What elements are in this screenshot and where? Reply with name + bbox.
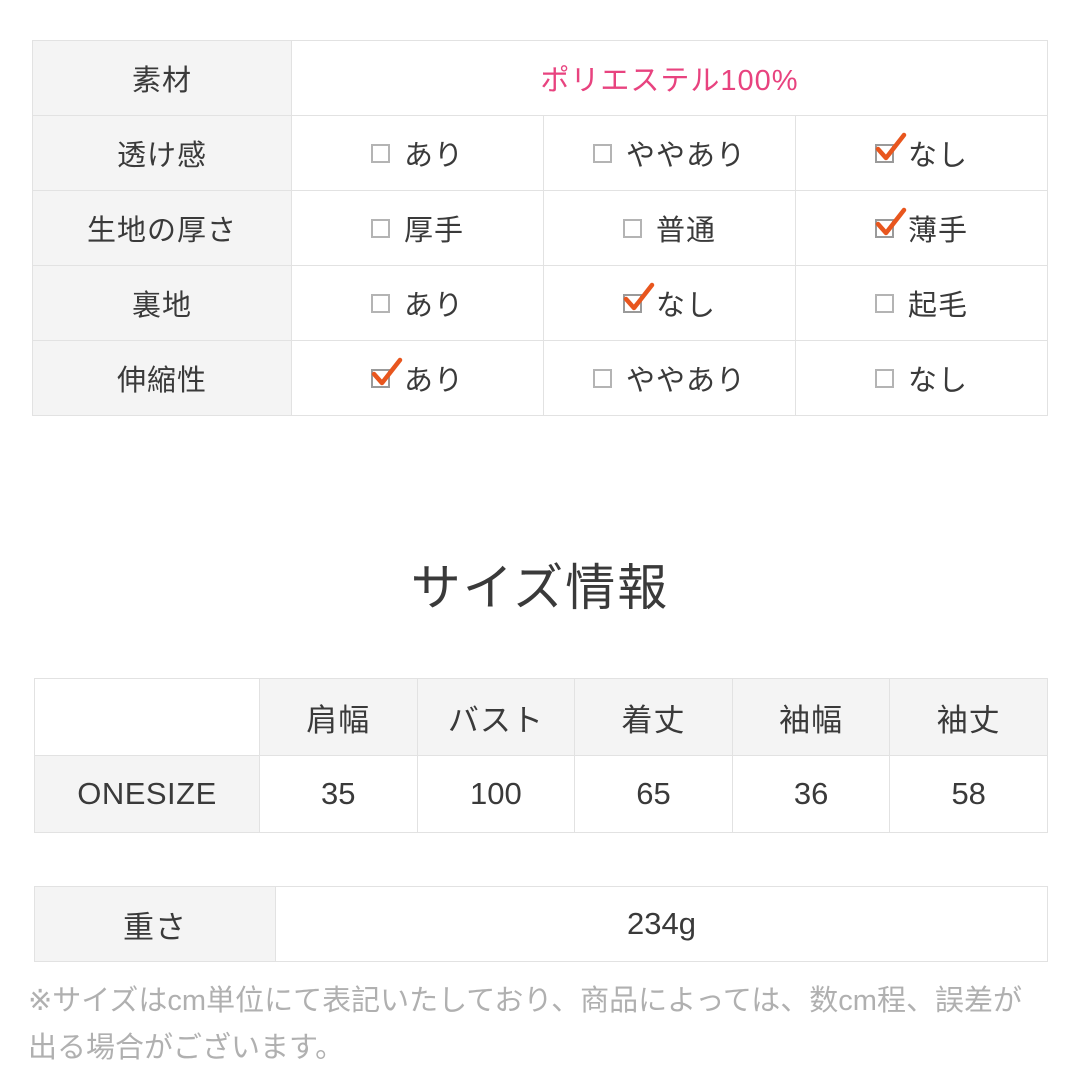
size-table-body: 肩幅 バスト 着丈 袖幅 袖丈 ONESIZE 35 100 65 36 58 (34, 678, 1048, 833)
fabric-spec-table: 素材 ポリエステル100% 透け感 あり ややあり なし 生地の厚さ 厚手 普通… (32, 40, 1048, 416)
checkbox-unchecked-icon[interactable] (592, 368, 612, 388)
size-value-shoulder: 35 (259, 755, 418, 833)
spec-option-stretch-0[interactable]: あり (291, 340, 544, 416)
disclaimer-line-1: ※サイズはcm単位にて表記いたしており、商品によっては、数cm程、誤差が (28, 985, 1022, 1017)
option-inner: あり (370, 132, 464, 174)
spec-option-stretch-1[interactable]: ややあり (543, 340, 796, 416)
size-table-header-row: 肩幅 バスト 着丈 袖幅 袖丈 (34, 678, 1048, 756)
option-label: ややあり (625, 140, 746, 172)
option-inner: 普通 (622, 207, 716, 249)
spec-option-thickness-1[interactable]: 普通 (543, 190, 796, 266)
table-row: ONESIZE 35 100 65 36 58 (34, 755, 1048, 833)
size-value-bust: 100 (416, 755, 576, 833)
option-label: あり (403, 365, 464, 397)
size-disclaimer-note: ※サイズはcm単位にて表記いたしており、商品によっては、数cm程、誤差が 出る場… (28, 978, 1058, 1072)
spec-option-sheerness-2[interactable]: なし (795, 115, 1048, 191)
option-inner: 起毛 (874, 282, 968, 324)
table-row: 重さ 234g (34, 886, 1048, 962)
spec-row-lining: 裏地 あり なし 起毛 (32, 265, 1048, 341)
size-column-header-sleeve-width: 袖幅 (731, 678, 891, 756)
spec-option-sheerness-0[interactable]: あり (291, 115, 544, 191)
option-label: なし (907, 140, 968, 172)
checkbox-unchecked-icon[interactable] (592, 143, 612, 163)
option-label: ややあり (625, 365, 746, 397)
checkbox-unchecked-icon[interactable] (370, 143, 390, 163)
spec-option-lining-1[interactable]: なし (543, 265, 796, 341)
spec-option-lining-0[interactable]: あり (291, 265, 544, 341)
size-measurement-table: 肩幅 バスト 着丈 袖幅 袖丈 ONESIZE 35 100 65 36 58 (34, 678, 1048, 833)
option-label: なし (907, 365, 968, 397)
checkbox-checked-icon[interactable] (874, 207, 907, 238)
spec-label-material: 素材 (32, 40, 292, 116)
size-value-sleeve-length: 58 (889, 755, 1048, 833)
checkbox-checked-icon[interactable] (622, 282, 655, 313)
checkmark-icon (875, 132, 907, 160)
option-label: 薄手 (907, 215, 968, 247)
option-inner: ややあり (592, 132, 746, 174)
option-inner: あり (370, 282, 464, 324)
spec-option-thickness-2[interactable]: 薄手 (795, 190, 1048, 266)
option-label: 普通 (655, 215, 716, 247)
spec-option-sheerness-1[interactable]: ややあり (543, 115, 796, 191)
size-value-sleeve-width: 36 (731, 755, 891, 833)
option-label: 起毛 (907, 290, 968, 322)
checkbox-checked-icon[interactable] (370, 357, 403, 388)
weight-table: 重さ 234g (34, 886, 1048, 962)
option-inner: 薄手 (874, 207, 968, 249)
checkbox-unchecked-icon[interactable] (874, 293, 894, 313)
checkmark-icon (623, 282, 655, 310)
fabric-spec-body: 素材 ポリエステル100% 透け感 あり ややあり なし 生地の厚さ 厚手 普通… (32, 40, 1048, 416)
spec-label-lining: 裏地 (32, 265, 292, 341)
weight-table-body: 重さ 234g (34, 886, 1048, 962)
option-inner: あり (370, 357, 464, 399)
spec-option-lining-2[interactable]: 起毛 (795, 265, 1048, 341)
checkmark-icon (371, 357, 403, 385)
option-label: あり (403, 140, 464, 172)
size-row-label-onesize: ONESIZE (34, 755, 260, 833)
spec-label-stretch: 伸縮性 (32, 340, 292, 416)
checkbox-unchecked-icon[interactable] (370, 293, 390, 313)
spec-row-sheerness: 透け感 あり ややあり なし (32, 115, 1048, 191)
spec-label-sheerness: 透け感 (32, 115, 292, 191)
option-inner: なし (622, 282, 716, 324)
size-section-heading: サイズ情報 (410, 560, 670, 616)
checkbox-unchecked-icon[interactable] (370, 218, 390, 238)
option-inner: なし (874, 357, 968, 399)
spec-row-thickness: 生地の厚さ 厚手 普通 薄手 (32, 190, 1048, 266)
size-column-header-shoulder: 肩幅 (259, 678, 418, 756)
size-table-corner-cell (34, 678, 260, 756)
checkbox-checked-icon[interactable] (874, 132, 907, 163)
weight-label: 重さ (34, 886, 276, 962)
spec-row-material: 素材 ポリエステル100% (32, 40, 1048, 116)
product-spec-page: 素材 ポリエステル100% 透け感 あり ややあり なし 生地の厚さ 厚手 普通… (0, 0, 1080, 1080)
spec-option-thickness-0[interactable]: 厚手 (291, 190, 544, 266)
size-column-header-bust: バスト (416, 678, 576, 756)
material-value-text: ポリエステル100% (540, 65, 799, 97)
checkbox-unchecked-icon[interactable] (874, 368, 894, 388)
size-column-header-sleeve-length: 袖丈 (889, 678, 1048, 756)
spec-row-stretch: 伸縮性 あり ややあり なし (32, 340, 1048, 416)
spec-value-material: ポリエステル100% (291, 40, 1048, 116)
option-label: 厚手 (403, 215, 464, 247)
disclaimer-line-2: 出る場合がございます。 (28, 1032, 345, 1064)
size-column-header-length: 着丈 (574, 678, 733, 756)
checkbox-unchecked-icon[interactable] (622, 218, 642, 238)
option-inner: 厚手 (370, 207, 464, 249)
option-inner: なし (874, 132, 968, 174)
spec-label-thickness: 生地の厚さ (32, 190, 292, 266)
option-inner: ややあり (592, 357, 746, 399)
weight-value: 234g (275, 886, 1048, 962)
option-label: なし (655, 290, 716, 322)
spec-option-stretch-2[interactable]: なし (795, 340, 1048, 416)
option-label: あり (403, 290, 464, 322)
size-value-length: 65 (574, 755, 733, 833)
checkmark-icon (875, 207, 907, 235)
